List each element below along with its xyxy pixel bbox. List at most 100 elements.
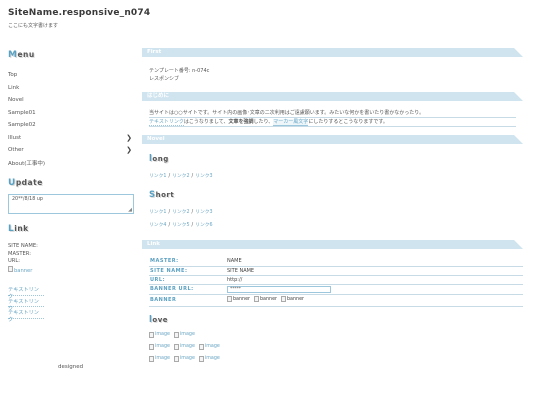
- short-heading-rest: hort: [155, 191, 175, 199]
- update-text: 20**/8/18 up: [12, 197, 43, 202]
- template-number: テンプレート番号: n-074c: [149, 68, 210, 74]
- broken-image-icon: [227, 296, 232, 302]
- url-label: URL:: [8, 258, 21, 264]
- banner-image[interactable]: banner: [254, 296, 277, 302]
- image-row: image image: [149, 331, 516, 340]
- banner-image[interactable]: banner: [8, 265, 134, 276]
- table-value: http://: [227, 275, 523, 285]
- gallery-image[interactable]: image: [173, 355, 195, 362]
- menu-item-illust[interactable]: Illust ❯: [8, 132, 134, 145]
- text-link[interactable]: テキストリンク: [8, 298, 44, 312]
- chevron-right-icon[interactable]: ❯: [126, 134, 132, 142]
- image-alt: image: [155, 332, 170, 337]
- banner-image[interactable]: banner: [227, 296, 250, 302]
- intro-end-text: にしたりするとこうなりますです。: [308, 119, 388, 125]
- banner-alt[interactable]: banner: [14, 268, 32, 274]
- long-heading-rest: ong: [152, 155, 169, 163]
- menu-item-label: Sample02: [8, 122, 36, 129]
- intro-marker-text: マーカー風文字: [273, 119, 309, 126]
- novel-link[interactable]: リンク1: [149, 174, 166, 179]
- table-row: SITE NAME: SITE NAME: [149, 266, 523, 276]
- menu-item-novel[interactable]: Novel: [8, 94, 134, 107]
- novel-link[interactable]: リンク3: [195, 210, 212, 215]
- menu-item-top[interactable]: Top: [8, 69, 134, 82]
- intro-bold-text: 文章を強調: [228, 119, 254, 125]
- update-heading-rest: pdate: [15, 178, 43, 187]
- link-heading-rest: ink: [14, 224, 29, 233]
- text-links: テキストリンク テキストリンク テキストリンク: [8, 286, 134, 323]
- short-links-row-1: リンク1/リンク2/リンク3: [149, 210, 213, 215]
- image-alt: image: [179, 356, 195, 361]
- menu-heading-rest: enu: [17, 50, 35, 59]
- table-key: MASTER:: [149, 257, 227, 267]
- novel-link[interactable]: リンク2: [172, 174, 189, 179]
- table-key: BANNER: [149, 294, 227, 307]
- menu-item-sample01[interactable]: Sample01: [8, 107, 134, 120]
- intro-line-2: テキストリンクはこうなりまして、文章を強調したり、マーカー風文字にしたりするとこ…: [149, 118, 516, 127]
- banner-image[interactable]: banner: [281, 296, 304, 302]
- update-heading-cap: U: [8, 178, 16, 188]
- section-bar-novel: Novel: [142, 135, 523, 144]
- novel-link[interactable]: リンク4: [149, 223, 166, 228]
- gallery-image[interactable]: image: [198, 343, 220, 350]
- banner-url-input[interactable]: *****: [227, 285, 331, 293]
- love-heading: love: [149, 315, 516, 325]
- text-link[interactable]: テキストリンク: [8, 286, 44, 300]
- broken-image-icon: [8, 265, 13, 272]
- broken-image-icon: [149, 355, 154, 362]
- gallery-image[interactable]: image: [173, 343, 195, 350]
- menu-item-about[interactable]: About(工事中): [8, 157, 134, 170]
- resize-grip-icon[interactable]: ◢: [128, 207, 132, 213]
- first-section-body: テンプレート番号: n-074c レスポンシブ: [142, 57, 523, 92]
- broken-image-icon: [149, 343, 154, 350]
- menu-item-link[interactable]: Link: [8, 82, 134, 95]
- table-value: SITE NAME: [227, 266, 523, 276]
- text-link[interactable]: テキストリンク: [8, 309, 44, 323]
- intro-mid-text: はこうなりまして、: [183, 119, 229, 125]
- site-title[interactable]: SiteName.responsive_n074: [8, 8, 150, 18]
- link-info-table: MASTER: NAME SITE NAME: SITE NAME URL: http…: [149, 257, 523, 307]
- update-textarea[interactable]: 20**/8/18 up ◢: [8, 194, 134, 214]
- novel-link[interactable]: リンク5: [172, 223, 189, 228]
- novel-link[interactable]: リンク1: [149, 210, 166, 215]
- menu-item-other[interactable]: Other ❯: [8, 144, 134, 157]
- image-alt: image: [155, 344, 170, 349]
- table-row: BANNER banner banner banner: [149, 294, 523, 307]
- novel-link[interactable]: リンク2: [172, 210, 189, 215]
- novel-link[interactable]: リンク6: [195, 223, 212, 228]
- gallery-image[interactable]: image: [149, 355, 170, 362]
- table-key: URL:: [149, 275, 227, 285]
- chevron-right-icon[interactable]: ❯: [126, 146, 132, 154]
- table-value: NAME: [227, 257, 523, 267]
- banner-alt: banner: [260, 296, 277, 302]
- menu-item-label: Top: [8, 72, 18, 79]
- broken-image-icon: [198, 343, 204, 350]
- table-row: BANNER URL: *****: [149, 284, 523, 295]
- novel-link[interactable]: リンク3: [195, 174, 212, 179]
- gallery-image[interactable]: image: [149, 331, 170, 338]
- intro-text-link[interactable]: テキストリンク: [149, 119, 184, 126]
- intro-section-body: 当サイトは○○サイトです。サイト内の画像･文章の二次利用はご遠慮願います。みたい…: [142, 101, 523, 135]
- responsive-text: レスポンシブ: [149, 76, 180, 82]
- menu-item-sample02[interactable]: Sample02: [8, 119, 134, 132]
- long-heading: long: [149, 154, 516, 164]
- gallery-image[interactable]: image: [173, 331, 195, 338]
- sidebar: Menu Top Link Novel Sample01 Sample02 Il…: [8, 50, 134, 323]
- section-bar-intro: はじめに: [142, 92, 523, 101]
- gallery-image[interactable]: image: [149, 343, 170, 350]
- site-info: SITE NAME: MASTER: URL: banner: [8, 243, 134, 275]
- designed-credit: designed: [58, 364, 84, 370]
- banner-alt: banner: [233, 296, 250, 302]
- short-heading-cap: S: [149, 190, 156, 200]
- menu-item-label: Other: [8, 147, 24, 154]
- main-content: First テンプレート番号: n-074c レスポンシブ はじめに 当サイトは…: [142, 48, 523, 368]
- intro-after-bold-text: したり、: [253, 119, 274, 125]
- link-heading: Link: [8, 224, 134, 234]
- short-heading: Short: [149, 190, 516, 200]
- broken-image-icon: [198, 355, 204, 362]
- section-bar-link: Link: [142, 240, 523, 249]
- gallery-image[interactable]: image: [198, 355, 220, 362]
- intro-line-1: 当サイトは○○サイトです。サイト内の画像･文章の二次利用はご遠慮願います。みたい…: [149, 109, 516, 118]
- image-alt: image: [155, 356, 170, 361]
- image-alt: image: [204, 344, 220, 349]
